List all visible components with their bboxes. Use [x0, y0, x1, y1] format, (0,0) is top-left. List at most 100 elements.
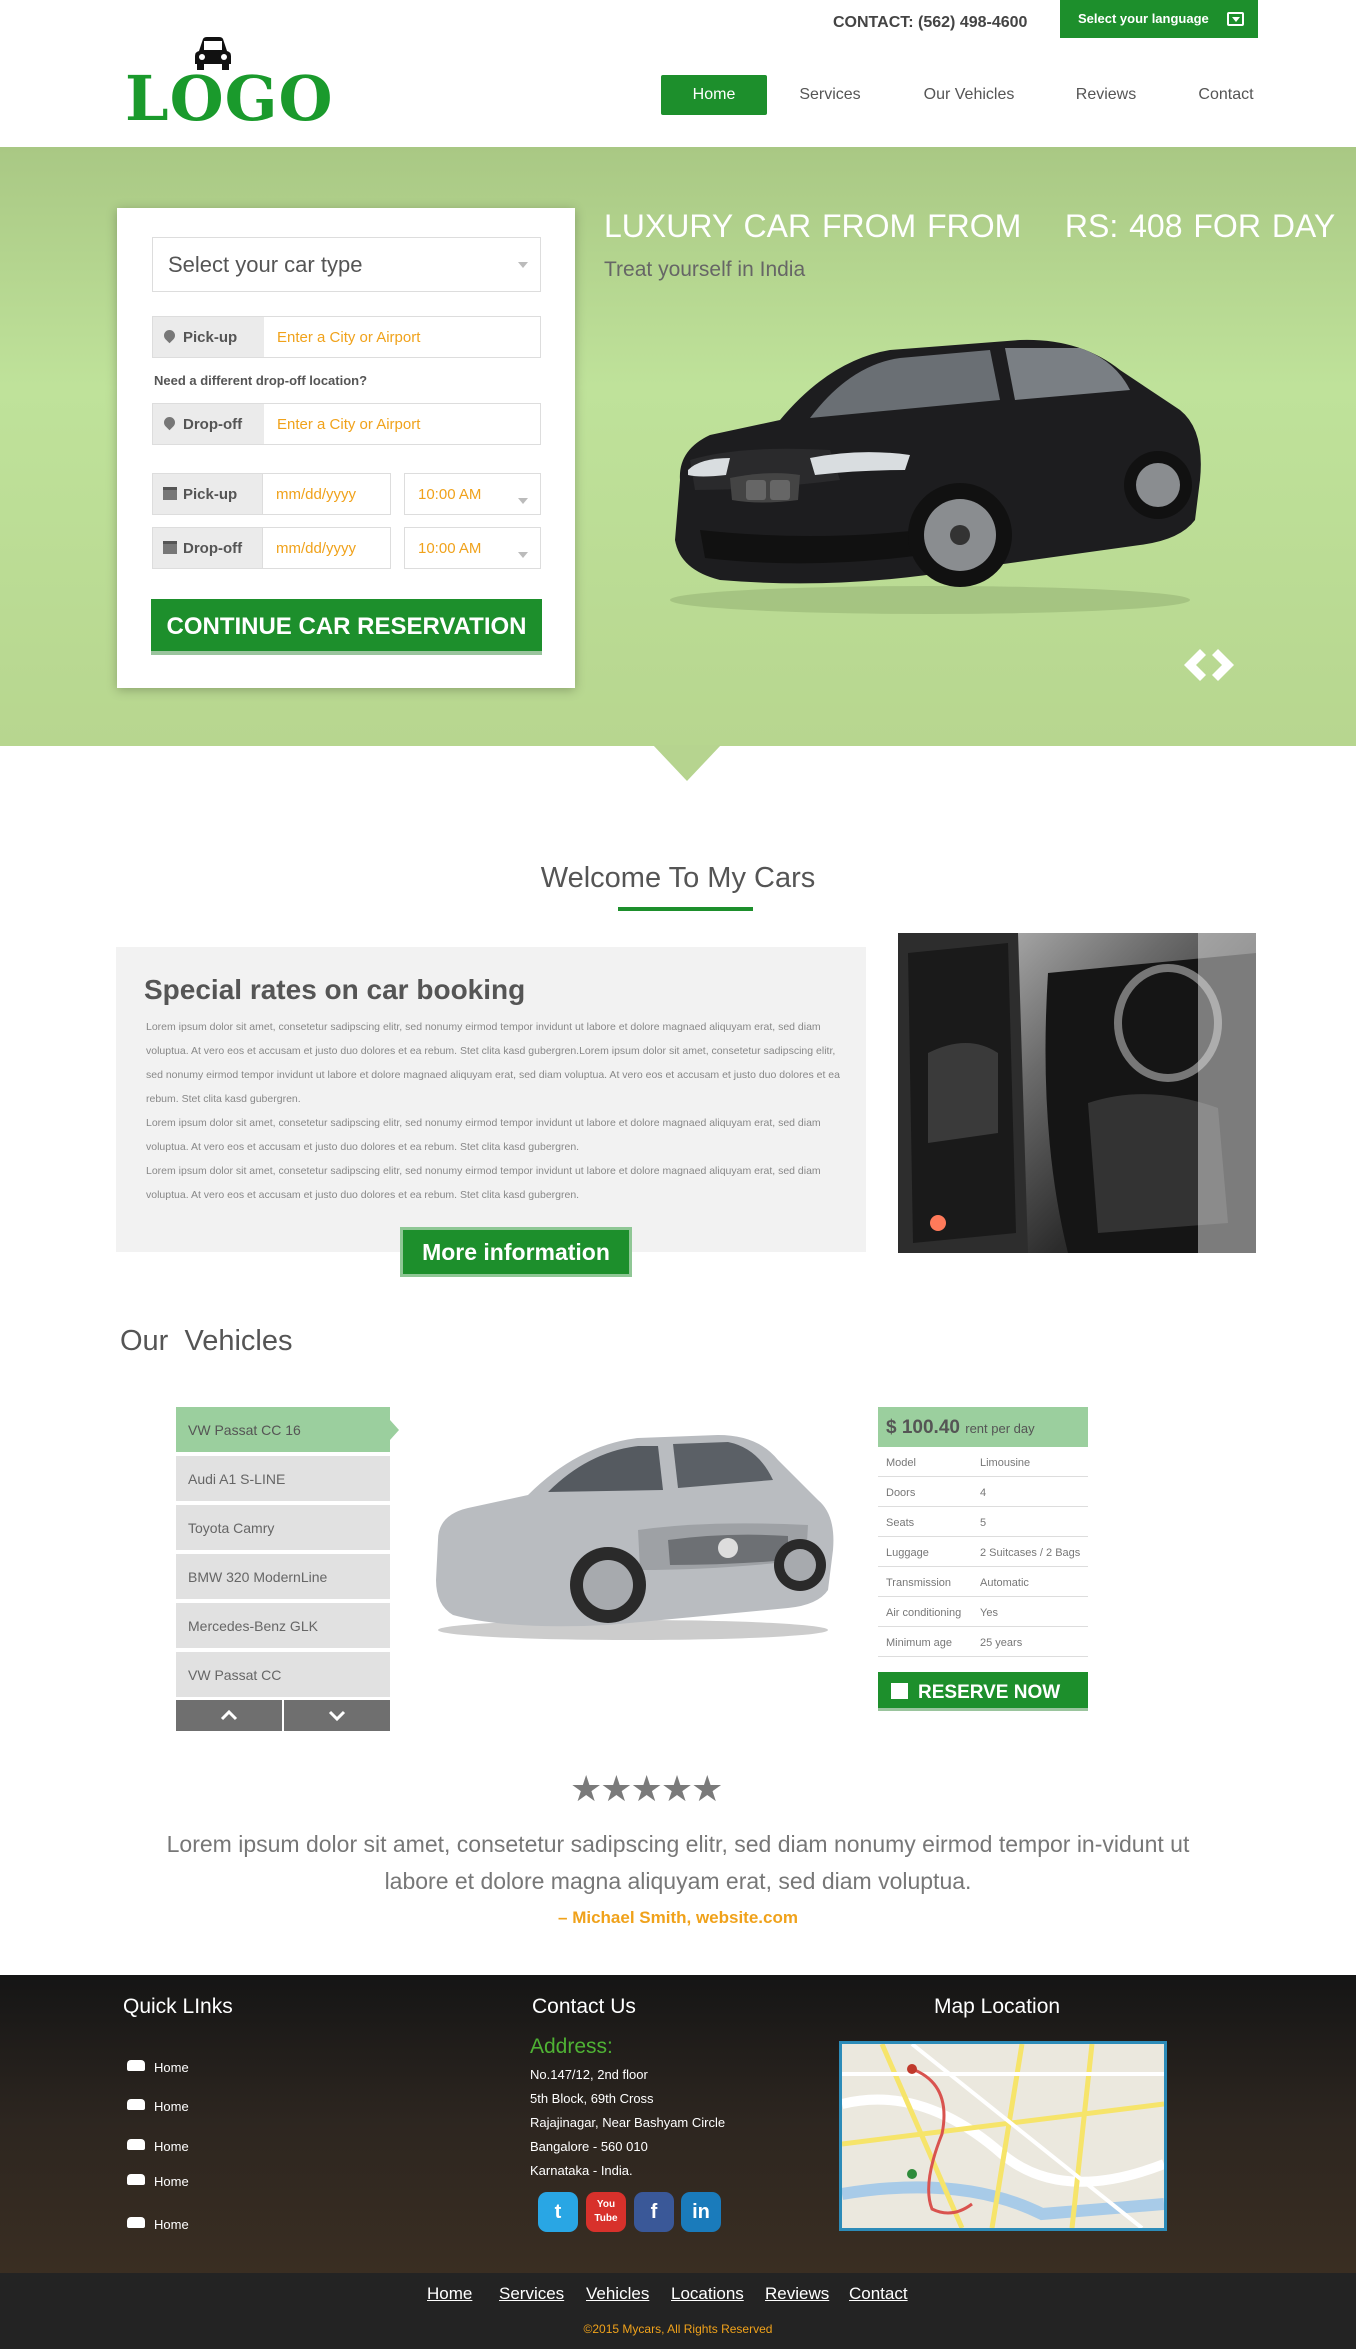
nav-contact[interactable]: Contact [1185, 75, 1267, 115]
nav-home[interactable]: Home [661, 75, 767, 115]
spec-row: Model Limousine [878, 1447, 1088, 1477]
car-interior-image [898, 933, 1256, 1253]
reserve-now-button[interactable]: RESERVE NOW [878, 1672, 1088, 1711]
spec-row: Minimum age 25 years [878, 1627, 1088, 1657]
bottom-link-locations[interactable]: Locations [671, 2284, 744, 2304]
vehicle-item-mercedes-glk[interactable]: Mercedes-Benz GLK [176, 1603, 390, 1650]
hero-car-image [670, 339, 1201, 614]
hero-pointer [653, 745, 721, 781]
youtube-icon[interactable]: You Tube [586, 2192, 626, 2232]
vehicle-item-toyota-camry[interactable]: Toyota Camry [176, 1505, 390, 1552]
location-pin-icon [161, 414, 178, 431]
price-box: $ 100.40 rent per day [878, 1407, 1088, 1447]
vehicle-image [436, 1435, 834, 1640]
our-vehicles-title: Our Vehicles [120, 1325, 293, 1357]
dropdown-icon [1227, 12, 1244, 26]
spec-row: Luggage 2 Suitcases / 2 Bags [878, 1537, 1088, 1567]
location-map[interactable] [839, 2041, 1167, 2231]
chevron-down-icon [328, 1710, 346, 1722]
price-value: $ 100.40 [886, 1417, 960, 1438]
title-underline [618, 907, 753, 911]
slider-prev-icon[interactable] [1184, 649, 1206, 681]
dropoff-location-field[interactable]: Drop-off Enter a City or Airport [152, 403, 541, 445]
dropoff-date-label: Drop-off [152, 527, 263, 569]
car-type-select[interactable]: Select your car type [152, 237, 541, 292]
dropoff-time-select[interactable]: 10:00 AM [404, 527, 541, 569]
continue-reservation-button[interactable]: CONTINUE CAR RESERVATION [151, 599, 542, 655]
contact-us-title: Contact Us [532, 1995, 636, 2018]
vehicle-item-audi-a1[interactable]: Audi A1 S-LINE [176, 1456, 390, 1503]
copyright: ©2015 Mycars, All Rights Reserved [583, 2322, 773, 2336]
booking-form: Select your car type Pick-up Enter a Cit… [117, 208, 575, 688]
nav-our-vehicles[interactable]: Our Vehicles [910, 75, 1028, 115]
vehicle-item-bmw-320[interactable]: BMW 320 ModernLine [176, 1554, 390, 1601]
special-rates-text: Lorem ipsum dolor sit amet, consetetur s… [146, 1021, 840, 1201]
vehicle-item-vw-passat-cc[interactable]: VW Passat CC [176, 1652, 390, 1699]
calendar-icon [163, 487, 177, 500]
bottom-link-reviews[interactable]: Reviews [765, 2284, 829, 2304]
chevron-down-icon [518, 498, 528, 504]
welcome-title: Welcome To My Cars [540, 862, 816, 894]
vehicle-item-vw-passat-cc-16[interactable]: VW Passat CC 16 [176, 1407, 399, 1454]
quick-link-home[interactable]: Home [127, 2060, 189, 2075]
bottom-link-vehicles[interactable]: Vehicles [586, 2284, 649, 2304]
bottom-link-home[interactable]: Home [427, 2284, 472, 2304]
quick-links-title: Quick LInks [123, 1995, 233, 2018]
language-select[interactable]: Select your language [1060, 0, 1258, 38]
address-line: Karnataka - India. [530, 2163, 633, 2178]
testimonial-quote: Lorem ipsum dolor sit amet, consetetur s… [166, 1831, 1190, 1894]
pickup-date-label: Pick-up [152, 473, 263, 515]
special-rates-panel: Special rates on car booking Lorem ipsum… [116, 947, 866, 1252]
pickup-location-field[interactable]: Pick-up Enter a City or Airport [152, 316, 541, 358]
car-type-label: Select your car type [168, 252, 363, 277]
address-title: Address: [530, 2035, 613, 2058]
address-line: 5th Block, 69th Cross [530, 2091, 654, 2106]
pickup-location-label: Pick-up [153, 317, 264, 357]
list-scroll-up-button[interactable] [176, 1700, 282, 1731]
pickup-time-select[interactable]: 10:00 AM [404, 473, 541, 515]
price-unit: rent per day [965, 1421, 1035, 1436]
calendar-icon [891, 1683, 908, 1699]
slider-arrows[interactable] [1178, 645, 1248, 685]
dropoff-location-label: Drop-off [153, 404, 264, 444]
quick-link-home[interactable]: Home [127, 2139, 189, 2154]
chevron-down-icon [518, 552, 528, 558]
address-line: Rajajinagar, Near Bashyam Circle [530, 2115, 726, 2130]
linkedin-icon[interactable]: in [681, 2192, 721, 2232]
quick-link-home[interactable]: Home [127, 2099, 189, 2114]
dropoff-date-input[interactable]: mm/dd/yyyy [262, 527, 391, 569]
quick-link-home[interactable]: Home [127, 2174, 189, 2189]
hero-title: LUXURY CAR FROM FROM RS: 408 FOR DAY [604, 208, 1336, 244]
twitter-icon[interactable]: t [538, 2192, 578, 2232]
language-label: Select your language [1078, 11, 1209, 26]
bottom-link-services[interactable]: Services [499, 2284, 564, 2304]
contact-phone: CONTACT: (562) 498-4600 [833, 14, 1028, 31]
nav-services[interactable]: Services [785, 75, 875, 115]
rating-stars: ★★★★★ [570, 1768, 723, 1809]
calendar-icon [163, 541, 177, 554]
address-line: No.147/12, 2nd floor [530, 2067, 648, 2082]
bottom-link-contact[interactable]: Contact [849, 2284, 908, 2304]
slider-next-icon[interactable] [1212, 649, 1234, 681]
facebook-icon[interactable]: f [634, 2192, 674, 2232]
chevron-down-icon [518, 262, 528, 268]
testimonial-author: – Michael Smith, website.com [558, 1908, 798, 1927]
different-dropoff-text[interactable]: Need a different drop-off location? [154, 373, 367, 388]
map-location-title: Map Location [934, 1995, 1061, 2018]
spec-row: Doors 4 [878, 1477, 1088, 1507]
quick-link-home[interactable]: Home [127, 2217, 189, 2232]
spec-row: Air conditioning Yes [878, 1597, 1088, 1627]
spec-row: Seats 5 [878, 1507, 1088, 1537]
address-line: Bangalore - 560 010 [530, 2139, 648, 2154]
nav-reviews[interactable]: Reviews [1062, 75, 1150, 115]
pickup-date-input[interactable]: mm/dd/yyyy [262, 473, 391, 515]
pickup-location-input[interactable]: Enter a City or Airport [264, 317, 420, 357]
more-information-button[interactable]: More information [400, 1227, 632, 1277]
list-scroll-down-button[interactable] [284, 1700, 390, 1731]
location-pin-icon [161, 327, 178, 344]
dropoff-location-input[interactable]: Enter a City or Airport [264, 404, 420, 444]
special-rates-title: Special rates on car booking [144, 974, 526, 1005]
logo[interactable]: LOGO [125, 62, 334, 135]
hero-subtitle: Treat yourself in India [604, 258, 806, 281]
chevron-up-icon [220, 1709, 238, 1721]
